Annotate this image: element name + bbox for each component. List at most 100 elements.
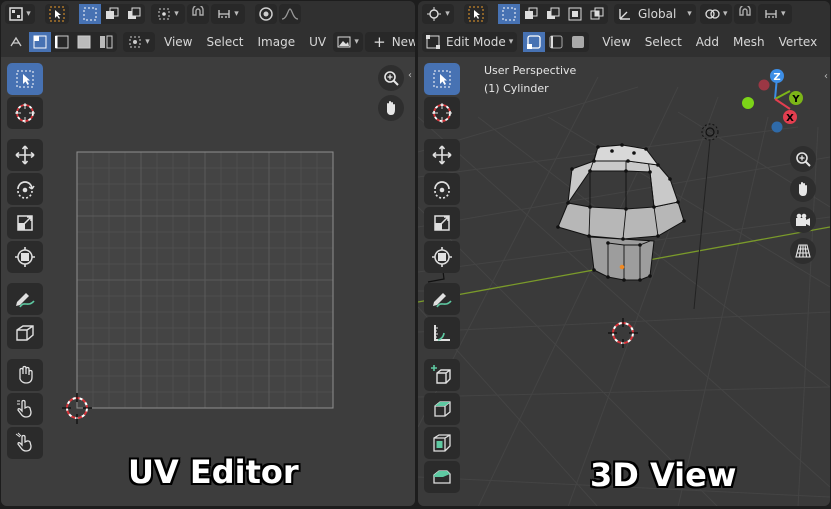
scale-icon: [434, 215, 450, 231]
view3d-header-row2: Edit Mode ▾ View Select Add Mesh Vertex …: [418, 29, 830, 55]
uv-menu-uv[interactable]: UV: [302, 35, 333, 49]
view3d-menu-select[interactable]: Select: [638, 35, 689, 49]
view3d-perspective-toggle[interactable]: [790, 238, 816, 264]
uv-zoom-button[interactable]: [378, 65, 404, 91]
grab-hand-icon: [19, 365, 33, 384]
uv-tool-pinch[interactable]: [7, 427, 43, 459]
view3d-tool-add-cube[interactable]: [424, 359, 460, 391]
uv-island-mode[interactable]: [95, 32, 117, 52]
relax-hand-icon: [17, 399, 32, 418]
view3d-zoom-button[interactable]: [790, 146, 816, 172]
uv-tool-cube-project[interactable]: [7, 317, 43, 349]
view3d-tool-scale[interactable]: [424, 207, 460, 239]
uv-menu-image[interactable]: Image: [251, 35, 303, 49]
viewport-editor-icon: [427, 7, 442, 21]
new-image-button[interactable]: + New: [365, 32, 415, 52]
view-perspective-label: User Perspective: [484, 64, 577, 77]
view3d-snap-target-dropdown[interactable]: ▾: [757, 4, 792, 24]
navigation-gizmo[interactable]: Z Y X: [740, 65, 810, 145]
view3d-tool-annotate[interactable]: [424, 283, 460, 315]
mesh-vertex-select[interactable]: [523, 32, 546, 52]
select-subtract-button[interactable]: [123, 4, 145, 24]
transform-orientation-dropdown[interactable]: Global ▾: [614, 4, 696, 24]
view3d-tool-transform[interactable]: [424, 241, 460, 273]
uv-pan-button[interactable]: [378, 95, 404, 121]
uv-header-row2: ▾ View Select Image UV ▾ + New: [1, 29, 415, 55]
mesh-edge-select[interactable]: [545, 32, 567, 52]
view3d-tool-move[interactable]: [424, 139, 460, 171]
view3d-menu-view[interactable]: View: [595, 35, 637, 49]
move-icon: [432, 145, 452, 165]
view3d-select-new[interactable]: [498, 4, 520, 24]
editor-type-button[interactable]: ▾: [5, 4, 35, 24]
transform-icon: [15, 247, 35, 267]
uv-sync-toggle[interactable]: [5, 32, 27, 52]
view3d-tool-rotate[interactable]: [424, 173, 460, 205]
view3d-select-invert[interactable]: [564, 4, 586, 24]
view3d-tool-measure[interactable]: [424, 317, 460, 349]
view3d-tool-inset[interactable]: [424, 427, 460, 459]
gizmo-y-label: Y: [791, 94, 800, 105]
view3d-camera-button[interactable]: [790, 207, 816, 233]
view3d-menu-vertex[interactable]: Vertex: [772, 35, 825, 49]
gizmo-neg-x[interactable]: [758, 79, 770, 91]
view3d-tool-select[interactable]: [424, 63, 460, 95]
cursor-select-icon: [468, 6, 484, 22]
pivot-point-dropdown[interactable]: ▾: [151, 4, 185, 24]
interaction-mode-dropdown[interactable]: Edit Mode ▾: [422, 32, 518, 52]
falloff-curve-icon: [281, 8, 299, 20]
snap-target-dropdown[interactable]: ▾: [211, 4, 245, 24]
uv-tool-relax[interactable]: [7, 393, 43, 425]
uv-face-mode[interactable]: [73, 32, 95, 52]
uv-tool-move[interactable]: [7, 139, 43, 171]
view3d-select-extend[interactable]: [520, 4, 542, 24]
view3d-menu-edge[interactable]: E: [824, 35, 830, 49]
uv-menu-select[interactable]: Select: [199, 35, 250, 49]
uv-sidebar-toggle[interactable]: ‹: [408, 70, 412, 81]
island-mode-icon: [100, 35, 113, 49]
3d-cursor-icon: [432, 103, 452, 123]
sidebar-toggle[interactable]: ‹: [824, 71, 828, 82]
uv-tool-grab[interactable]: [7, 359, 43, 391]
uv-edge-mode[interactable]: [51, 32, 73, 52]
select-new-button[interactable]: [79, 4, 101, 24]
uv-tool-rotate[interactable]: [7, 173, 43, 205]
view3d-viewport[interactable]: User Perspective (1) Cylinder Z Y X 3D V…: [418, 57, 830, 506]
gizmo-neg-y[interactable]: [742, 97, 754, 109]
view3d-snap-toggle[interactable]: [733, 4, 756, 24]
uv-vertex-mode[interactable]: [29, 32, 51, 52]
view3d-pan-button[interactable]: [790, 176, 816, 202]
edit-mode-icon: [426, 35, 440, 49]
uv-tool-transform[interactable]: [7, 241, 43, 273]
uv-tool-select[interactable]: [7, 63, 43, 95]
view3d-tool-cursor[interactable]: [424, 97, 460, 129]
uv-menu-view[interactable]: View: [157, 35, 199, 49]
select-extend-button[interactable]: [101, 4, 123, 24]
view3d-select-subtract[interactable]: [542, 4, 564, 24]
uv-grid: [62, 151, 334, 424]
view3d-menu-mesh[interactable]: Mesh: [726, 35, 772, 49]
mesh-face-select[interactable]: [567, 32, 589, 52]
cursor-select-icon: [49, 6, 65, 22]
uv-tool-cursor[interactable]: [7, 97, 43, 129]
gizmo-neg-z[interactable]: [771, 121, 783, 133]
view3d-tool-extrude[interactable]: [424, 393, 460, 425]
snap-toggle[interactable]: [187, 4, 209, 24]
proportional-edit-toggle[interactable]: [255, 4, 277, 24]
falloff-dropdown[interactable]: [279, 4, 301, 24]
view3d-menu-add[interactable]: Add: [689, 35, 726, 49]
uv-viewport[interactable]: UV Editor: [1, 57, 415, 506]
view3d-select-intersect[interactable]: [586, 4, 608, 24]
uv-tool-annotate[interactable]: [7, 283, 43, 315]
image-browse-dropdown[interactable]: ▾: [333, 32, 364, 52]
zoom-icon: [796, 152, 811, 167]
select-tool-toggle[interactable]: [45, 4, 69, 24]
view3d-tool-bevel[interactable]: [424, 461, 460, 493]
uv-tool-scale[interactable]: [7, 207, 43, 239]
view3d-pivot-dropdown[interactable]: ▾: [699, 4, 732, 24]
uv-editor-area: ▾ ▾ ▾ ▾ View Select Image UV ▾ + New UV …: [1, 1, 415, 506]
view3d-select-tool-toggle[interactable]: [464, 4, 488, 24]
view3d-editor-type-button[interactable]: ▾: [422, 4, 454, 24]
select-box-icon: [83, 7, 97, 21]
sticky-selection-dropdown[interactable]: ▾: [123, 32, 155, 52]
